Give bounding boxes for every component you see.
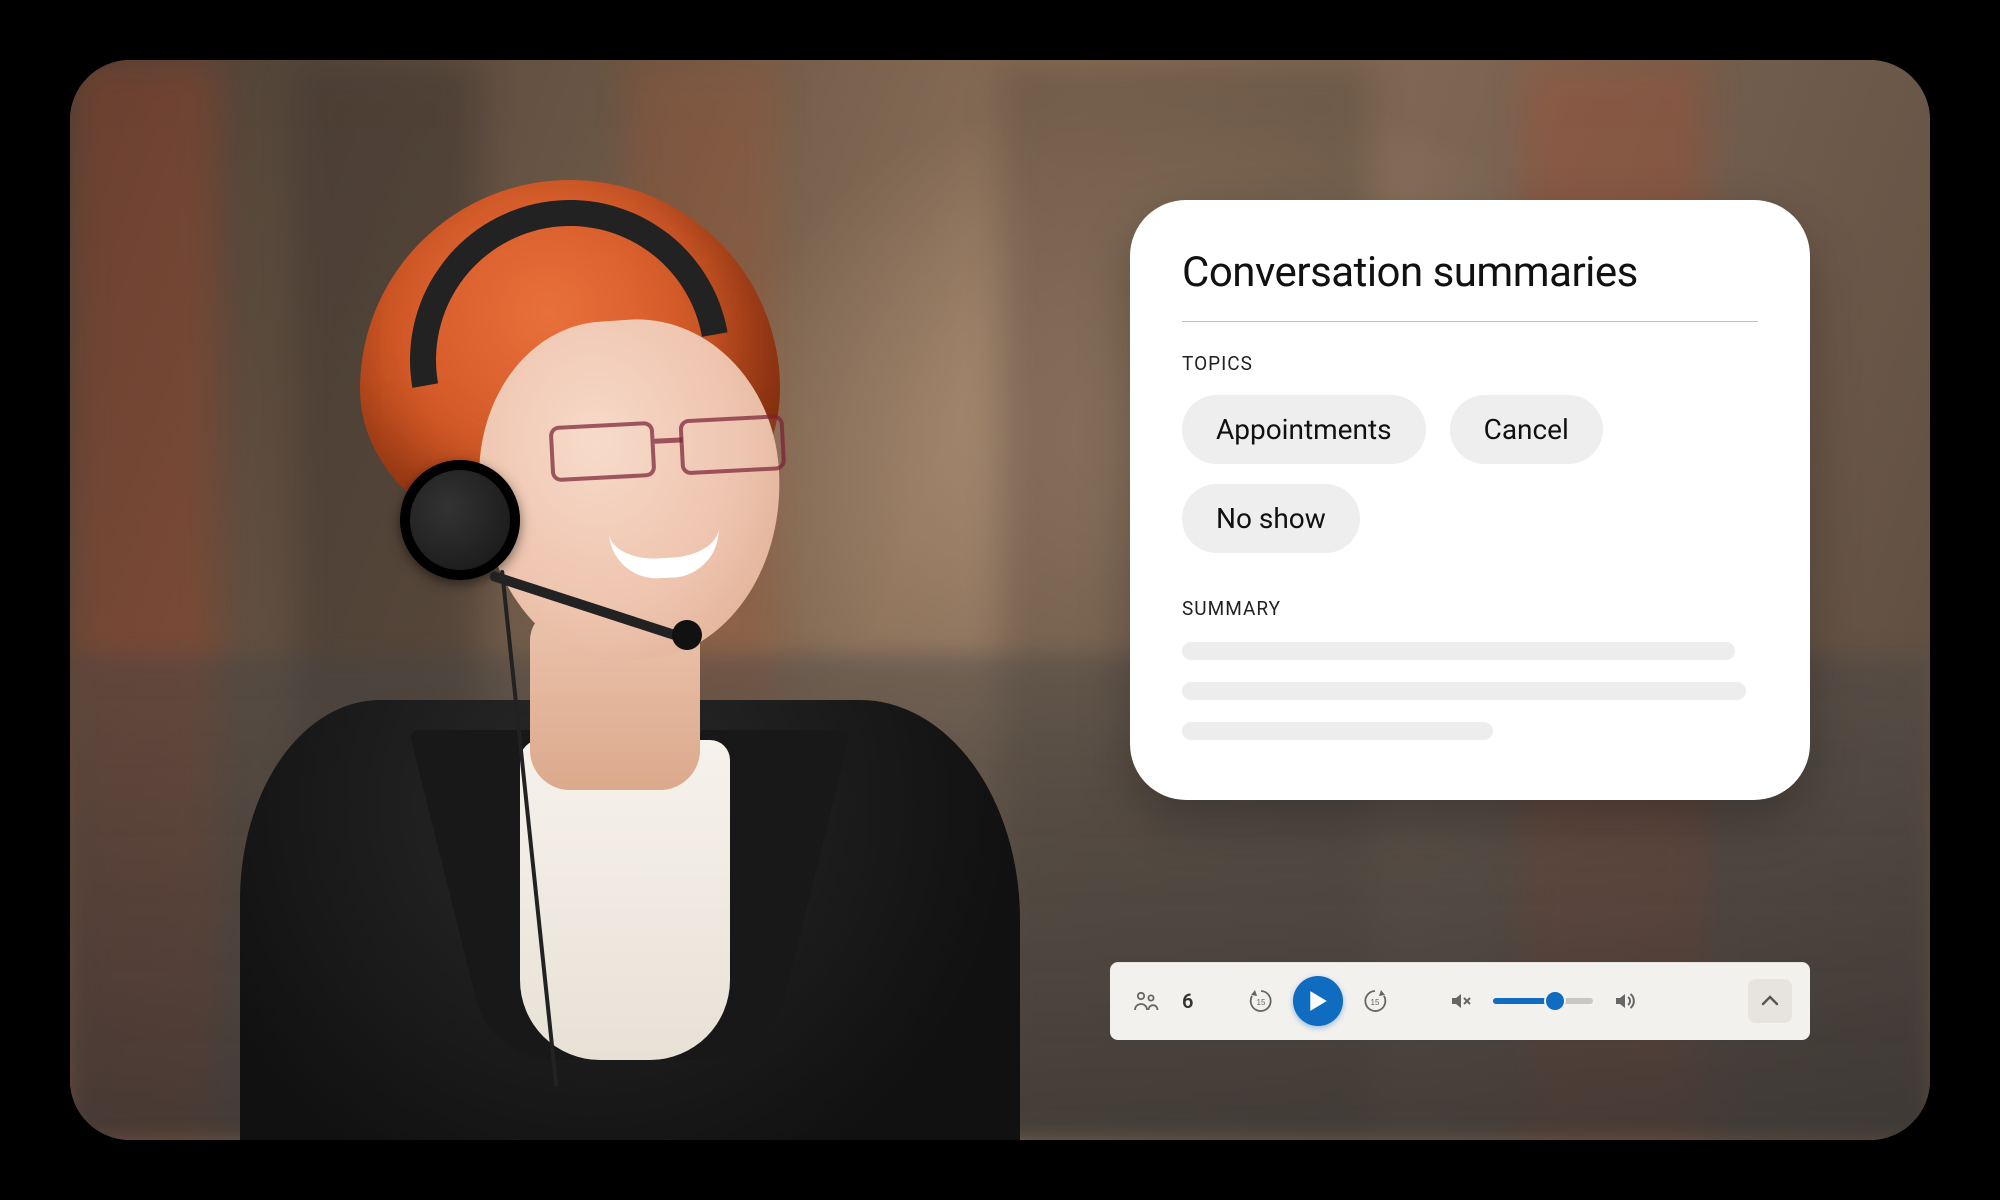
card-title: Conversation summaries bbox=[1182, 248, 1758, 297]
volume-button[interactable] bbox=[1607, 983, 1643, 1019]
summary-section-label: SUMMARY bbox=[1182, 597, 1758, 620]
topic-chip-cancel[interactable]: Cancel bbox=[1450, 395, 1603, 464]
app-frame: Conversation summaries TOPICS Appointmen… bbox=[70, 60, 1930, 1140]
summary-placeholder bbox=[1182, 642, 1758, 740]
playback-controls: 15 15 bbox=[1243, 976, 1393, 1026]
play-button[interactable] bbox=[1293, 976, 1343, 1026]
topic-chips: Appointments Cancel No show bbox=[1182, 395, 1758, 553]
agent-illustration bbox=[150, 140, 1050, 1140]
participants-group: 6 bbox=[1128, 983, 1193, 1019]
divider bbox=[1182, 321, 1758, 322]
conversation-summaries-card: Conversation summaries TOPICS Appointmen… bbox=[1130, 200, 1810, 800]
summary-skeleton-line bbox=[1182, 722, 1493, 740]
skip-forward-button[interactable]: 15 bbox=[1357, 983, 1393, 1019]
summary-skeleton-line bbox=[1182, 682, 1746, 700]
topic-chip-no-show[interactable]: No show bbox=[1182, 484, 1360, 553]
svg-text:15: 15 bbox=[1371, 998, 1380, 1007]
participants-count: 6 bbox=[1182, 989, 1193, 1013]
topics-section-label: TOPICS bbox=[1182, 352, 1758, 375]
mute-button[interactable] bbox=[1443, 983, 1479, 1019]
volume-controls bbox=[1443, 983, 1643, 1019]
topic-chip-appointments[interactable]: Appointments bbox=[1182, 395, 1426, 464]
participants-icon bbox=[1128, 983, 1164, 1019]
skip-back-button[interactable]: 15 bbox=[1243, 983, 1279, 1019]
summary-skeleton-line bbox=[1182, 642, 1735, 660]
volume-slider[interactable] bbox=[1493, 998, 1593, 1004]
svg-text:15: 15 bbox=[1257, 998, 1266, 1007]
expand-player-button[interactable] bbox=[1748, 979, 1792, 1023]
audio-player-bar: 6 15 15 bbox=[1110, 962, 1810, 1040]
